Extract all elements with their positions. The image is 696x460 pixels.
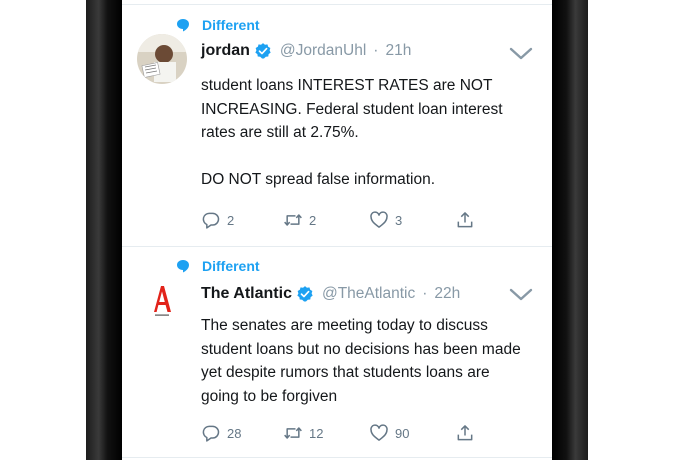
share-icon [457,212,473,228]
display-name[interactable]: jordan [201,42,250,60]
reply-count: 2 [227,212,235,228]
verified-badge-icon [297,286,313,302]
avatar-jordan[interactable] [137,34,187,84]
reply-icon [202,212,220,229]
verified-badge-icon [255,43,271,59]
separator-dot: · [373,42,379,59]
divider [122,457,552,458]
tweet-actions: 2 2 3 [201,210,491,232]
handle[interactable]: @TheAtlantic [322,285,415,303]
handle[interactable]: @JordanUhl [280,42,366,60]
phone-frame-right [552,0,588,460]
like-button[interactable]: 3 [369,210,402,230]
retweet-count: 12 [309,425,324,441]
share-button[interactable] [455,210,475,230]
retweet-icon [284,427,302,439]
context-label: Different [202,17,260,33]
reply-button[interactable]: 28 [201,423,241,443]
heart-icon [370,424,388,441]
tweet-context: Different [176,257,260,275]
retweet-button[interactable]: 2 [283,210,316,230]
speech-bubble-icon [177,19,189,32]
twitter-timeline: Different jordan @JordanUhl · 21h studen… [122,0,552,460]
avatar-the-atlantic[interactable] [137,277,187,327]
tweet-actions: 28 12 90 [201,423,491,445]
tweet-jordan[interactable]: Different jordan @JordanUhl · 21h studen… [122,0,552,246]
share-button[interactable] [455,423,475,443]
share-icon [457,425,473,441]
tweet-header: jordan @JordanUhl · 21h [201,42,411,60]
speech-bubble-icon [177,260,189,273]
tweet-the-atlantic[interactable]: Different The Atlantic @TheAtlantic · 22… [122,247,552,460]
tweet-header: The Atlantic @TheAtlantic · 22h [201,285,460,303]
timestamp[interactable]: 21h [385,42,411,60]
separator-dot: · [422,285,428,302]
timestamp[interactable]: 22h [434,285,460,303]
tweet-text: The senates are meeting today to discuss… [201,317,526,405]
reply-count: 28 [227,425,242,441]
reply-button[interactable]: 2 [201,210,234,230]
reply-icon [202,425,220,442]
chevron-down-icon[interactable] [509,287,533,303]
retweet-button[interactable]: 12 [283,423,323,443]
display-name[interactable]: The Atlantic [201,285,292,303]
chevron-down-icon[interactable] [509,46,533,62]
heart-icon [370,211,388,228]
tweet-text: student loans INTEREST RATES are NOT INC… [201,77,503,188]
context-label: Different [202,258,260,274]
retweet-icon [284,214,302,226]
tweet-context: Different [176,16,260,34]
like-button[interactable]: 90 [369,423,409,443]
like-count: 90 [395,425,410,441]
retweet-count: 2 [309,212,317,228]
like-count: 3 [395,212,403,228]
phone-frame-left [86,0,122,460]
